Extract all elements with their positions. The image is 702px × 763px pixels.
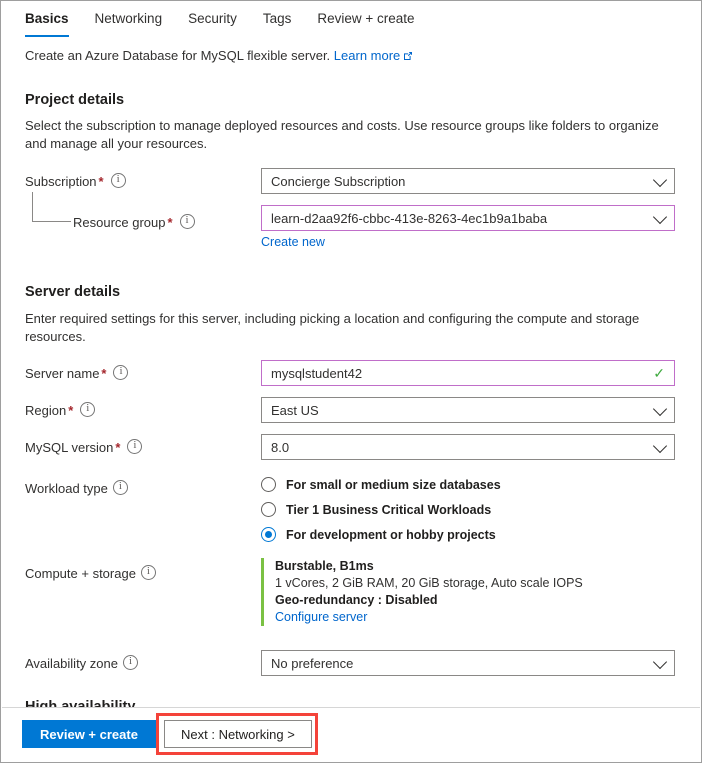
learn-more-label: Learn more bbox=[334, 48, 400, 63]
mysql-version-required-asterisk: * bbox=[113, 440, 122, 455]
resource-group-label-text: Resource group bbox=[73, 215, 166, 230]
region-select[interactable]: East US bbox=[261, 397, 675, 423]
tab-basics-label: Basics bbox=[25, 11, 69, 26]
chevron-down-icon bbox=[653, 439, 667, 453]
region-label-text: Region bbox=[25, 403, 66, 418]
next-networking-button[interactable]: Next : Networking > bbox=[164, 720, 312, 748]
workload-type-row: Workload type For small or medium size d… bbox=[1, 475, 701, 553]
radio-selected-icon bbox=[261, 527, 276, 542]
project-details-heading: Project details bbox=[1, 65, 701, 108]
learn-more-link[interactable]: Learn more bbox=[334, 48, 413, 63]
workload-type-label-text: Workload type bbox=[25, 481, 108, 496]
resource-group-info-icon[interactable] bbox=[180, 214, 195, 229]
resource-group-select[interactable]: learn-d2aa92f6-cbbc-413e-8263-4ec1b9a1ba… bbox=[261, 205, 675, 231]
subscription-label-text: Subscription bbox=[25, 174, 97, 189]
workload-type-info-icon[interactable] bbox=[113, 480, 128, 495]
server-details-heading: Server details bbox=[1, 257, 701, 300]
radio-icon bbox=[261, 477, 276, 492]
mysql-version-select[interactable]: 8.0 bbox=[261, 434, 675, 460]
chevron-down-icon bbox=[653, 402, 667, 416]
create-new-link[interactable]: Create new bbox=[261, 235, 325, 249]
availability-zone-value: No preference bbox=[271, 656, 353, 671]
availability-zone-label: Availability zone bbox=[25, 650, 138, 672]
compute-tier: Burstable, B1ms bbox=[275, 558, 675, 575]
workload-option-small-medium[interactable]: For small or medium size databases bbox=[261, 472, 675, 497]
compute-storage-info-icon[interactable] bbox=[141, 565, 156, 580]
tree-connector bbox=[32, 192, 71, 222]
subscription-label: Subscription* bbox=[25, 168, 126, 190]
workload-option-small-medium-label: For small or medium size databases bbox=[286, 478, 501, 492]
mysql-version-info-icon[interactable] bbox=[127, 439, 142, 454]
server-name-row: Server name* mysqlstudent42 ✓ bbox=[1, 360, 701, 388]
resource-group-value: learn-d2aa92f6-cbbc-413e-8263-4ec1b9a1ba… bbox=[271, 211, 547, 226]
subscription-select[interactable]: Concierge Subscription bbox=[261, 168, 675, 194]
server-name-required-asterisk: * bbox=[99, 366, 108, 381]
server-name-label: Server name* bbox=[25, 360, 128, 382]
region-required-asterisk: * bbox=[66, 403, 75, 418]
tab-networking-label: Networking bbox=[95, 11, 163, 26]
configure-server-link[interactable]: Configure server bbox=[275, 610, 367, 624]
page-intro-text: Create an Azure Database for MySQL flexi… bbox=[25, 48, 330, 63]
mysql-version-label-text: MySQL version bbox=[25, 440, 113, 455]
server-name-info-icon[interactable] bbox=[113, 365, 128, 380]
availability-zone-info-icon[interactable] bbox=[123, 655, 138, 670]
subscription-value: Concierge Subscription bbox=[271, 174, 405, 189]
workload-option-tier1-business-critical-label: Tier 1 Business Critical Workloads bbox=[286, 503, 491, 517]
workload-type-label: Workload type bbox=[25, 475, 128, 497]
workload-type-radio-group: For small or medium size databases Tier … bbox=[261, 472, 675, 547]
subscription-required-asterisk: * bbox=[97, 174, 106, 189]
project-details-description: Select the subscription to manage deploy… bbox=[1, 108, 701, 153]
compute-specs: 1 vCores, 2 GiB RAM, 20 GiB storage, Aut… bbox=[275, 575, 675, 592]
tab-tags-label: Tags bbox=[263, 11, 292, 26]
resource-group-required-asterisk: * bbox=[166, 215, 175, 230]
region-row: Region* East US bbox=[1, 397, 701, 425]
server-name-input[interactable]: mysqlstudent42 ✓ bbox=[261, 360, 675, 386]
create-new-resource-group-row: Create new bbox=[261, 231, 675, 249]
tab-security[interactable]: Security bbox=[188, 10, 237, 38]
mysql-version-row: MySQL version* 8.0 bbox=[1, 434, 701, 462]
chevron-down-icon bbox=[653, 173, 667, 187]
tab-networking[interactable]: Networking bbox=[95, 10, 163, 38]
resource-group-label: Resource group* bbox=[25, 209, 195, 231]
server-name-label-text: Server name bbox=[25, 366, 99, 381]
workload-option-tier1-business-critical[interactable]: Tier 1 Business Critical Workloads bbox=[261, 497, 675, 522]
wizard-footer: Review + create Next : Networking > bbox=[2, 707, 700, 761]
compute-storage-row: Compute + storage Burstable, B1ms 1 vCor… bbox=[1, 560, 701, 636]
tab-review-create-label: Review + create bbox=[317, 11, 414, 26]
mysql-version-value: 8.0 bbox=[271, 440, 289, 455]
tab-security-label: Security bbox=[188, 11, 237, 26]
tab-review-create[interactable]: Review + create bbox=[317, 10, 414, 38]
chevron-down-icon bbox=[653, 210, 667, 224]
workload-option-development-hobby[interactable]: For development or hobby projects bbox=[261, 522, 675, 547]
compute-geo-redundancy: Geo-redundancy : Disabled bbox=[275, 592, 675, 609]
availability-zone-row: Availability zone No preference bbox=[1, 650, 701, 678]
subscription-info-icon[interactable] bbox=[111, 173, 126, 188]
server-details-description: Enter required settings for this server,… bbox=[1, 300, 701, 346]
compute-storage-label: Compute + storage bbox=[25, 560, 156, 582]
valid-check-icon: ✓ bbox=[653, 367, 665, 379]
region-info-icon[interactable] bbox=[80, 402, 95, 417]
compute-storage-summary: Burstable, B1ms 1 vCores, 2 GiB RAM, 20 … bbox=[261, 558, 675, 626]
tab-basics[interactable]: Basics bbox=[25, 10, 69, 38]
tab-tags[interactable]: Tags bbox=[263, 10, 292, 38]
page-intro: Create an Azure Database for MySQL flexi… bbox=[1, 35, 701, 65]
availability-zone-select[interactable]: No preference bbox=[261, 650, 675, 676]
availability-zone-label-text: Availability zone bbox=[25, 656, 118, 671]
region-label: Region* bbox=[25, 397, 95, 419]
create-mysql-flexible-server-page: Basics Networking Security Tags Review +… bbox=[0, 0, 702, 763]
review-create-button[interactable]: Review + create bbox=[22, 720, 156, 748]
server-name-value: mysqlstudent42 bbox=[271, 366, 362, 381]
external-link-icon bbox=[403, 48, 413, 65]
workload-option-development-hobby-label: For development or hobby projects bbox=[286, 528, 496, 542]
resource-group-row: Resource group* learn-d2aa92f6-cbbc-413e… bbox=[1, 209, 701, 257]
chevron-down-icon bbox=[653, 655, 667, 669]
subscription-row: Subscription* Concierge Subscription bbox=[1, 168, 701, 196]
radio-icon bbox=[261, 502, 276, 517]
mysql-version-label: MySQL version* bbox=[25, 434, 142, 456]
region-value: East US bbox=[271, 403, 319, 418]
wizard-tab-bar: Basics Networking Security Tags Review +… bbox=[1, 1, 701, 35]
compute-storage-label-text: Compute + storage bbox=[25, 566, 136, 581]
